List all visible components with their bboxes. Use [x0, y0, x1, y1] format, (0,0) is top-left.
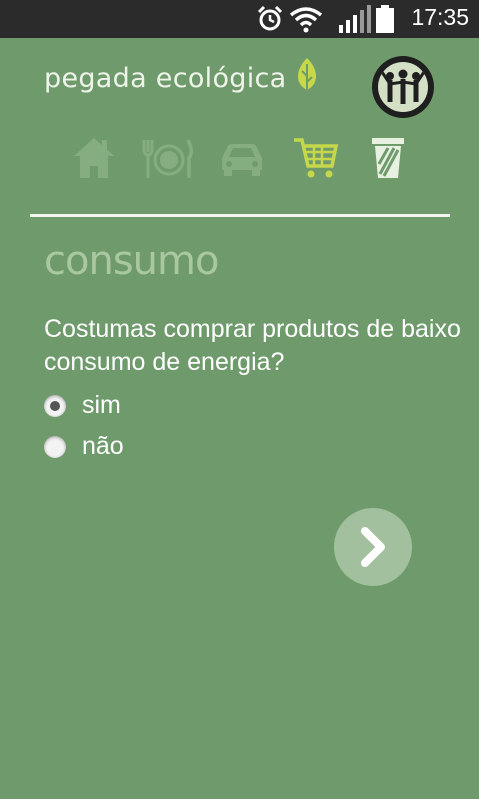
radio-button[interactable]	[44, 435, 66, 458]
people-icon	[378, 62, 428, 112]
option-nao[interactable]: não	[44, 432, 124, 461]
trash-icon[interactable]	[370, 134, 406, 182]
header-divider	[30, 214, 450, 217]
car-icon[interactable]	[218, 134, 266, 182]
wifi-icon	[289, 7, 323, 33]
category-nav	[70, 134, 420, 182]
people-button[interactable]	[372, 56, 434, 118]
shopping-cart-icon[interactable]	[292, 134, 340, 182]
next-button[interactable]	[334, 508, 412, 586]
option-sim[interactable]: sim	[44, 391, 121, 420]
app-logo: pegada ecológica	[44, 58, 321, 94]
question-text: Costumas comprar produtos de baixo consu…	[44, 315, 461, 376]
chevron-right-icon	[361, 527, 385, 567]
house-icon[interactable]	[72, 134, 116, 182]
radio-button-selected[interactable]	[44, 394, 66, 417]
section-title: consumo	[44, 238, 219, 284]
alarm-icon	[257, 5, 283, 31]
brand-name: pegada ecológica	[44, 62, 287, 94]
cutlery-plate-icon[interactable]	[140, 134, 194, 182]
status-bar: 17:35	[0, 0, 479, 38]
clock: 17:35	[411, 4, 469, 30]
battery-icon	[376, 5, 394, 33]
signal-icon	[339, 5, 371, 33]
leaf-icon	[297, 58, 316, 90]
option-label: sim	[82, 391, 121, 419]
option-label: não	[82, 432, 124, 460]
app-screen: pegada ecológica consumo Costumas compra…	[0, 38, 479, 799]
